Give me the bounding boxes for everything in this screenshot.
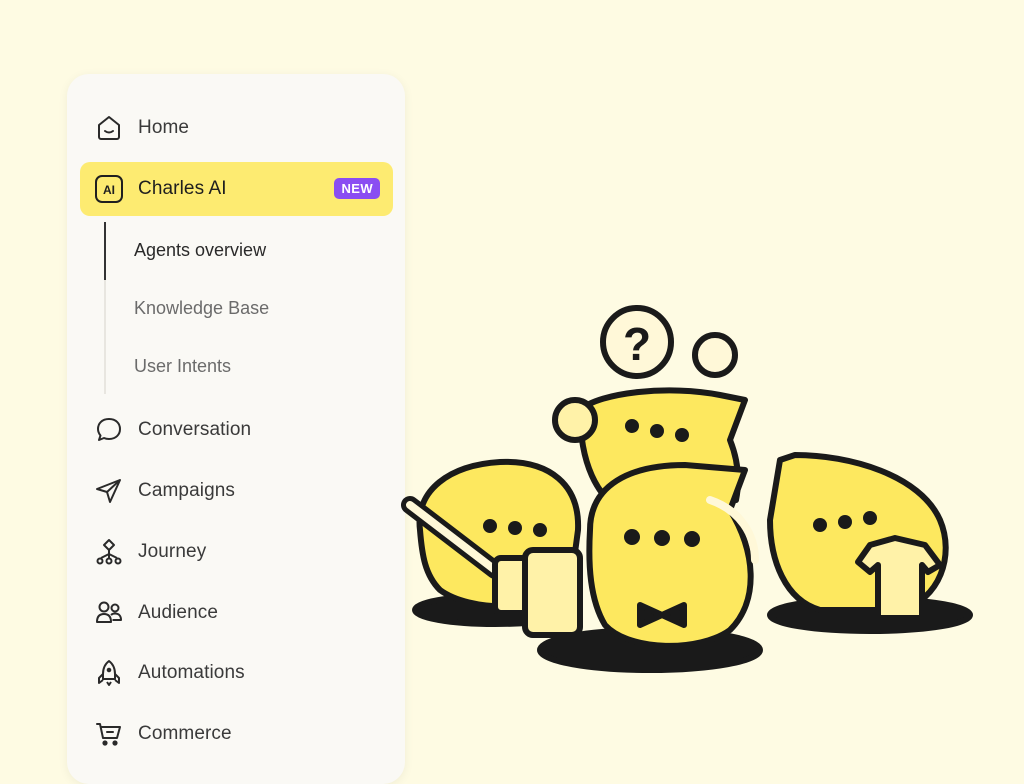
sidebar-item-label: Conversation [138, 419, 252, 440]
sidebar-item-commerce[interactable]: Commerce [80, 707, 393, 761]
subnav-item-knowledge-base[interactable]: Knowledge Base [134, 298, 269, 319]
subnav-item-agents-overview[interactable]: Agents overview [134, 240, 266, 261]
ai-icon-text: AI [103, 183, 115, 197]
sidebar-item-conversation[interactable]: Conversation [80, 403, 393, 457]
sidebar: Home AI Charles AI NEW Agents overview K… [67, 74, 405, 784]
sidebar-item-charles-ai[interactable]: AI Charles AI NEW [80, 162, 393, 216]
subnav-active-indicator [104, 222, 106, 280]
sidebar-item-label: Automations [138, 662, 245, 683]
journey-icon [92, 535, 126, 569]
sidebar-item-label: Commerce [138, 723, 232, 744]
sidebar-item-label: Home [138, 117, 190, 138]
new-badge: NEW [334, 178, 380, 199]
home-icon [92, 111, 126, 145]
mascots-illustration: ? [401, 305, 973, 673]
sidebar-item-campaigns[interactable]: Campaigns [80, 464, 393, 518]
sidebar-item-label: Audience [138, 602, 219, 623]
ai-icon: AI [92, 172, 126, 206]
cart-icon [92, 717, 126, 751]
sidebar-item-home[interactable]: Home [80, 101, 393, 155]
small-thought-bubble [692, 332, 738, 378]
chat-bubble-icon [92, 413, 126, 447]
sidebar-item-audience[interactable]: Audience [80, 586, 393, 640]
rocket-icon [92, 656, 126, 690]
sidebar-item-label: Charles AI [138, 178, 227, 199]
sidebar-item-label: Campaigns [138, 480, 236, 501]
sidebar-item-label: Journey [138, 541, 207, 562]
sidebar-item-journey[interactable]: Journey [80, 525, 393, 579]
right-mascot [767, 452, 949, 621]
subnav-item-user-intents[interactable]: User Intents [134, 356, 231, 377]
svg-text:?: ? [623, 318, 651, 370]
audience-icon [92, 596, 126, 630]
question-bubble-icon: ? [600, 305, 674, 379]
sidebar-item-automations[interactable]: Automations [80, 646, 393, 700]
paper-plane-icon [92, 474, 126, 508]
